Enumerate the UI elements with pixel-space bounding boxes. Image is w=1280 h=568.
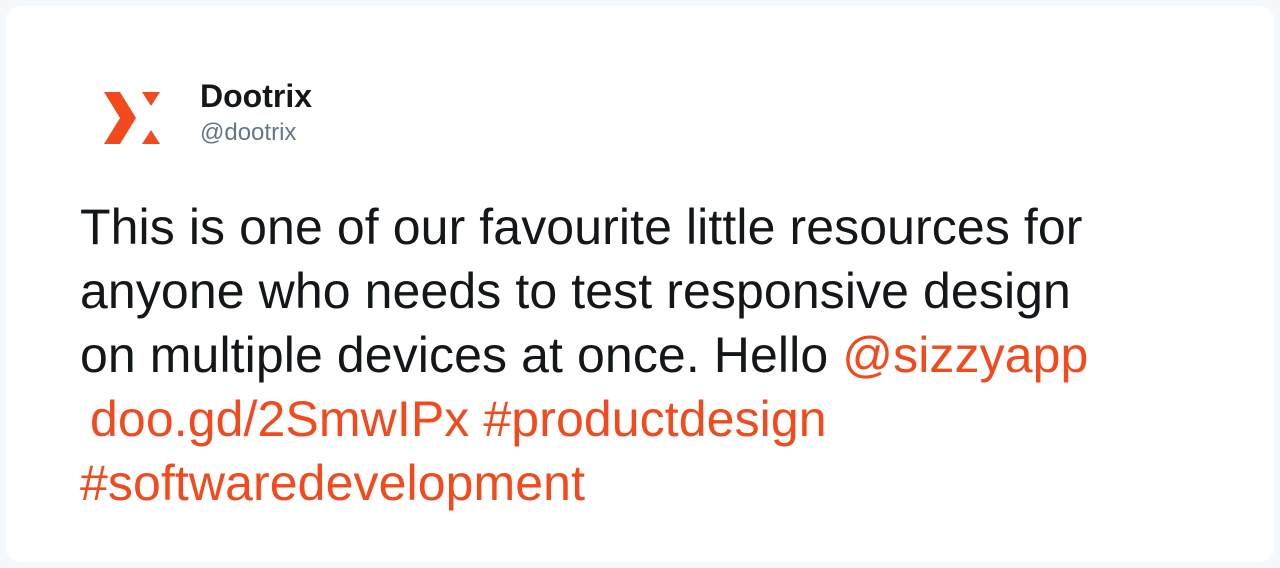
hashtag-link[interactable]: #softwaredevelopment (80, 455, 585, 511)
tweet-text-line: anyone who needs to test responsive desi… (80, 263, 1071, 319)
author-info: Dootrix @dootrix (200, 72, 312, 148)
author-handle[interactable]: @dootrix (200, 118, 312, 148)
tweet-text-line: on multiple devices at once. Hello (80, 327, 843, 383)
dootrix-logo-icon[interactable] (102, 82, 166, 154)
mention-link[interactable]: @sizzyapp (842, 327, 1088, 383)
url-link[interactable]: doo.gd/2SmwIPx (90, 391, 469, 447)
tweet-text: This is one of our favourite little reso… (80, 195, 1230, 515)
author-name[interactable]: Dootrix (200, 74, 312, 118)
hashtag-link[interactable]: #productdesign (483, 391, 826, 447)
tweet-card[interactable]: Dootrix @dootrix This is one of our favo… (6, 6, 1274, 562)
tweet-text-line: This is one of our favourite little reso… (80, 199, 1083, 255)
tweet-header: Dootrix @dootrix (102, 72, 312, 162)
